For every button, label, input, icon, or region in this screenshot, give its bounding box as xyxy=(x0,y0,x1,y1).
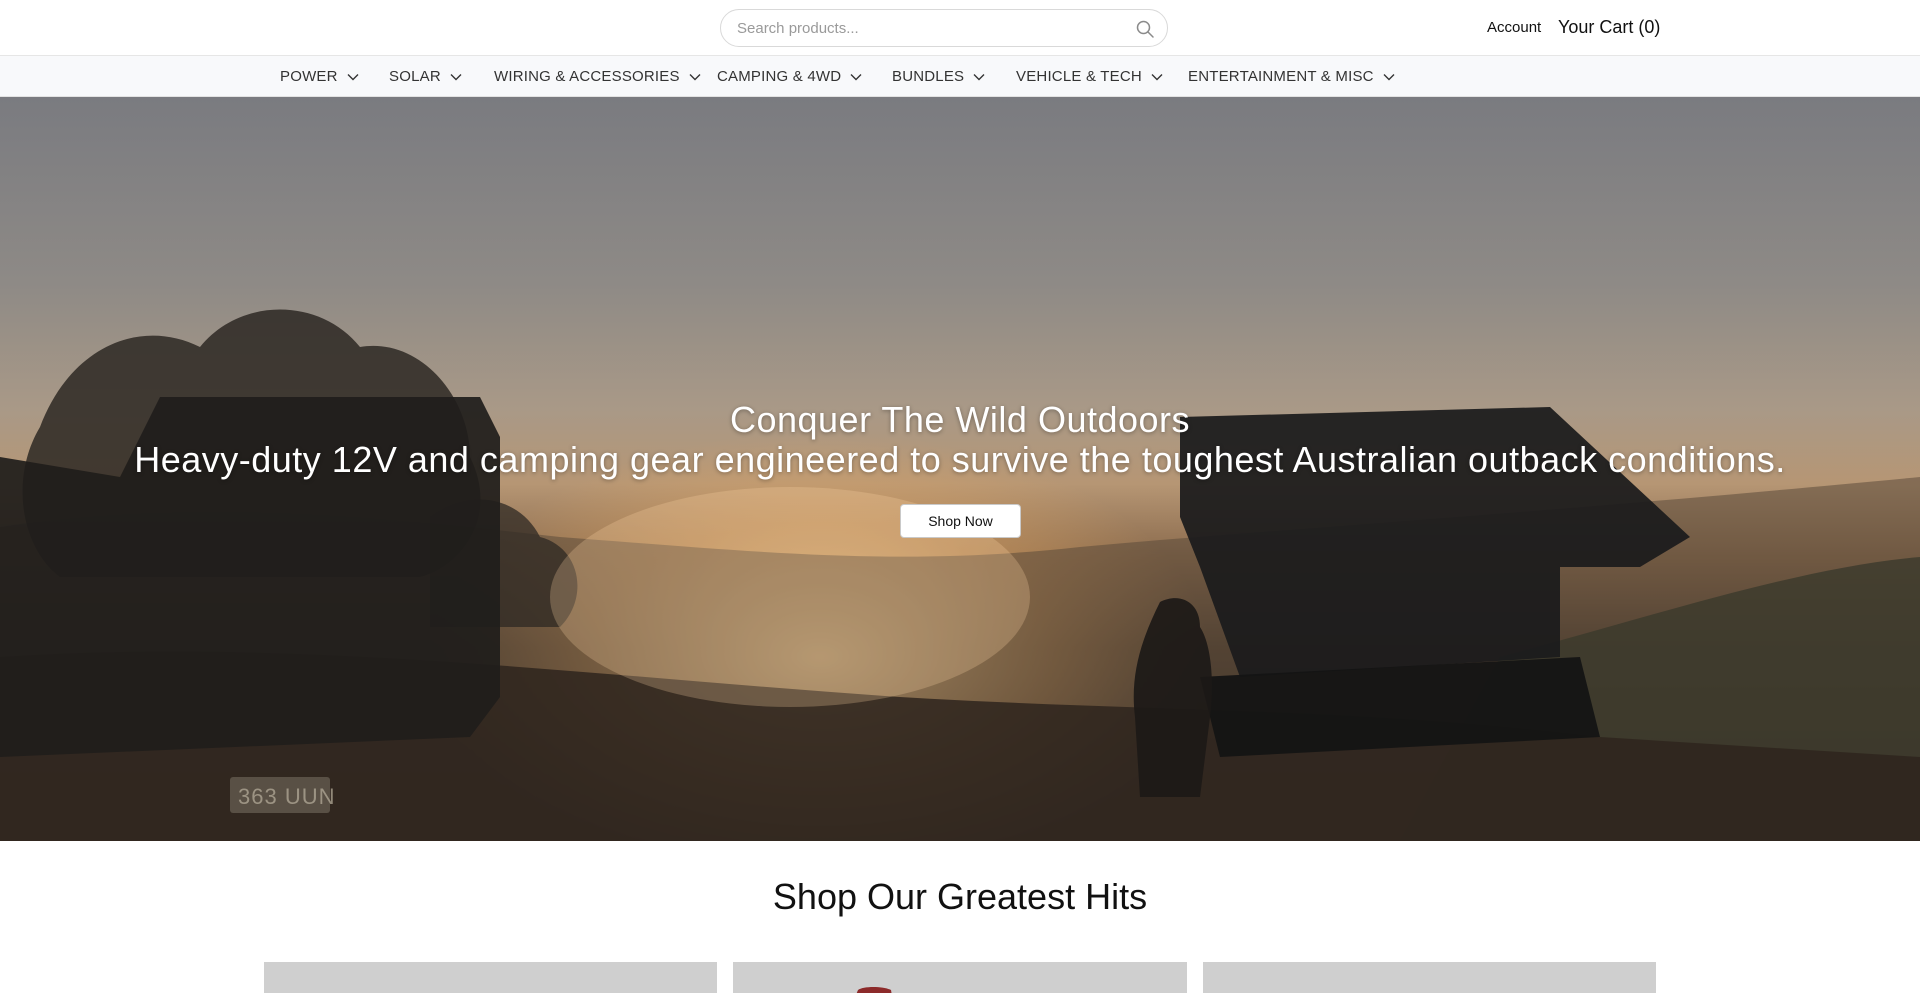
main-nav: POWER SOLAR WIRING & ACCESSORIES CAMPING… xyxy=(0,56,1920,97)
nav-item-label: VEHICLE & TECH xyxy=(1016,68,1142,85)
section-title-greatest-hits: Shop Our Greatest Hits xyxy=(772,876,1148,917)
chevron-down-icon xyxy=(1383,73,1395,80)
nav-item-label: POWER xyxy=(280,68,338,85)
hero-banner: Conquer The Wild Outdoors Heavy-duty 12V… xyxy=(0,97,1920,841)
site-header: Account Your Cart (0) xyxy=(0,0,1920,56)
nav-item-camping-4wd[interactable]: CAMPING & 4WD xyxy=(717,56,862,97)
product-image xyxy=(856,987,892,993)
license-plate-text: 363 UUN xyxy=(238,784,336,809)
nav-item-entertainment-misc[interactable]: ENTERTAINMENT & MISC xyxy=(1188,56,1395,97)
search-input[interactable] xyxy=(737,10,1117,46)
nav-item-bundles[interactable]: BUNDLES xyxy=(892,56,985,97)
nav-item-power[interactable]: POWER xyxy=(280,56,359,97)
nav-item-wiring-accessories[interactable]: WIRING & ACCESSORIES xyxy=(494,56,701,97)
chevron-down-icon xyxy=(689,73,701,80)
product-card[interactable] xyxy=(264,962,717,993)
chevron-down-icon xyxy=(450,73,462,80)
nav-item-vehicle-tech[interactable]: VEHICLE & TECH xyxy=(1016,56,1163,97)
nav-item-solar[interactable]: SOLAR xyxy=(389,56,462,97)
shop-now-button[interactable]: Shop Now xyxy=(900,504,1021,538)
chevron-down-icon xyxy=(850,73,862,80)
product-card[interactable] xyxy=(1203,962,1656,993)
search-box[interactable] xyxy=(720,9,1168,47)
nav-item-label: SOLAR xyxy=(389,68,441,85)
chevron-down-icon xyxy=(347,73,359,80)
chevron-down-icon xyxy=(1151,73,1163,80)
chevron-down-icon xyxy=(973,73,985,80)
hero-title: Conquer The Wild Outdoors xyxy=(729,399,1191,440)
nav-item-label: BUNDLES xyxy=(892,68,965,85)
hero-subtitle: Heavy-duty 12V and camping gear engineer… xyxy=(134,439,1786,480)
account-link[interactable]: Account xyxy=(1487,19,1541,36)
cart-link[interactable]: Your Cart (0) xyxy=(1558,17,1660,38)
search-icon[interactable] xyxy=(1135,19,1155,39)
nav-item-label: ENTERTAINMENT & MISC xyxy=(1188,68,1374,85)
product-card[interactable] xyxy=(733,962,1187,993)
nav-item-label: CAMPING & 4WD xyxy=(717,68,842,85)
nav-item-label: WIRING & ACCESSORIES xyxy=(494,68,680,85)
